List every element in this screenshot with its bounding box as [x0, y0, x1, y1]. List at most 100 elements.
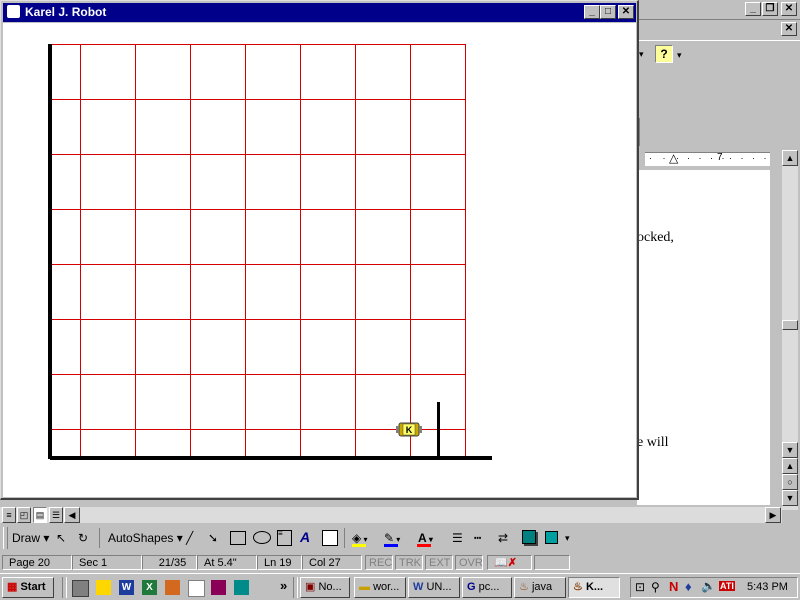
horizontal-scrollbar[interactable]: ≡ ◰ ▤ ☰ ◀ ▶	[0, 507, 782, 523]
select-objects-icon[interactable]: ↖	[56, 531, 66, 545]
clip-art-icon[interactable]	[322, 530, 338, 546]
chevron-down-icon[interactable]: ▾	[677, 50, 682, 61]
print-layout-view-button[interactable]: ▤	[33, 507, 47, 523]
normal-view-button[interactable]: ≡	[2, 507, 16, 523]
indent-marker-icon[interactable]: △	[669, 151, 678, 165]
word-icon[interactable]: W	[119, 580, 134, 595]
web-layout-view-button[interactable]: ◰	[17, 507, 31, 523]
scroll-down-button[interactable]: ▼	[782, 442, 798, 458]
wall-segment	[437, 402, 440, 457]
next-page-button[interactable]: ▼	[782, 490, 798, 506]
outline-view-button[interactable]: ☰	[49, 507, 63, 523]
vertical-scrollbar[interactable]: ▲ ▼ ▲ ○ ▼	[782, 150, 798, 510]
task-button[interactable]: W UN...	[408, 577, 460, 598]
word-close-button[interactable]: ✕	[781, 2, 797, 16]
fill-color-icon[interactable]: ◈ ▾	[352, 531, 367, 545]
chevron-down-icon[interactable]: ▾	[565, 533, 570, 544]
task-button[interactable]: ♨ java	[514, 577, 566, 598]
close-button[interactable]: ✕	[618, 5, 634, 19]
scroll-up-button[interactable]: ▲	[782, 150, 798, 166]
word-restore-button[interactable]: ❐	[762, 2, 778, 16]
task-button[interactable]: ▬ wor...	[354, 577, 406, 598]
word-minimize-button[interactable]: _	[745, 2, 761, 16]
task-button[interactable]: G pc...	[462, 577, 512, 598]
prev-page-button[interactable]: ▲	[782, 458, 798, 474]
wordart-icon[interactable]: A	[300, 529, 310, 545]
font-color-icon[interactable]: A ▾	[418, 531, 433, 545]
java-cup-icon[interactable]	[7, 5, 20, 18]
line-icon[interactable]: ╱	[186, 531, 193, 545]
rectangle-icon[interactable]	[230, 531, 246, 545]
arrow-icon[interactable]: ➘	[208, 531, 218, 545]
line-color-icon[interactable]: ✎ ▾	[384, 531, 400, 545]
3d-icon[interactable]	[545, 531, 558, 544]
oval-icon[interactable]	[253, 531, 271, 544]
start-button[interactable]: ▦ Start	[2, 577, 54, 598]
toolbar-separator	[99, 528, 100, 548]
excel-icon[interactable]: X	[142, 580, 157, 595]
powerpoint-icon[interactable]	[165, 580, 180, 595]
tray-volume-icon[interactable]: 🔈	[701, 579, 716, 593]
doc-close-button[interactable]: ✕	[781, 22, 797, 36]
toolbar-grip	[3, 527, 8, 549]
status-line: Ln 19	[257, 555, 302, 570]
street-grid-lines	[49, 44, 466, 457]
scroll-right-button[interactable]: ▶	[765, 507, 781, 523]
spelling-status-icon[interactable]: 📖✗	[487, 555, 532, 570]
help-icon[interactable]: ?	[655, 45, 673, 63]
java-icon: ♨	[519, 581, 529, 593]
tray-shield-icon[interactable]: ♦	[685, 579, 692, 594]
tray-network-icon[interactable]: ⊡	[635, 580, 645, 594]
dash-style-icon[interactable]: ┅	[474, 531, 481, 545]
free-rotate-icon[interactable]: ↻	[78, 531, 88, 545]
karel-robot-icon: K	[396, 422, 422, 437]
draw-menu-button[interactable]: Draw ▾	[12, 531, 49, 545]
task-button-active[interactable]: ♨ K...	[568, 577, 620, 598]
app-icon: G	[467, 581, 476, 593]
task-label: pc...	[478, 581, 500, 593]
font-color-swatch	[417, 544, 431, 547]
access-icon[interactable]	[211, 580, 226, 595]
autoshapes-menu-button[interactable]: AutoShapes ▾	[108, 531, 183, 545]
taskbar: ▦ Start W X » ▣ No... ▬ wor... W UN... G…	[0, 573, 800, 600]
desktop-icon[interactable]	[72, 580, 89, 597]
maximize-button[interactable]: □	[600, 5, 616, 19]
scroll-left-button[interactable]: ◀	[64, 507, 80, 523]
task-button[interactable]: ▣ No...	[300, 577, 350, 598]
arrow-style-icon[interactable]: ⇄	[498, 531, 508, 545]
start-label: Start	[20, 581, 46, 593]
minimize-button[interactable]: _	[584, 5, 600, 19]
select-browse-object-button[interactable]: ○	[782, 474, 798, 490]
quicklaunch-overflow[interactable]: »	[280, 578, 287, 593]
status-page: Page 20	[2, 555, 72, 570]
status-ovr[interactable]: OVR	[455, 555, 483, 570]
karel-title-bar[interactable]: Karel J. Robot _ □ ✕	[3, 3, 636, 22]
folder-icon: ▬	[359, 581, 370, 593]
text-box-icon[interactable]: ≡	[277, 530, 292, 546]
dropdown-arrow-icon[interactable]: ▾	[639, 46, 649, 62]
west-boundary-wall	[48, 44, 52, 459]
clock[interactable]: 5:43 PM	[747, 581, 788, 593]
status-rec[interactable]: REC	[365, 555, 393, 570]
word-document-area[interactable]: ocked, e will	[637, 170, 770, 505]
scroll-thumb[interactable]	[782, 320, 798, 330]
status-ext[interactable]: EXT	[425, 555, 453, 570]
shadow-icon[interactable]	[522, 530, 536, 544]
line-style-icon[interactable]: ☰	[452, 531, 463, 545]
tray-search-icon[interactable]: ⚲	[651, 580, 660, 594]
toolbar-separator	[344, 528, 345, 548]
karel-world-canvas[interactable]: K	[3, 23, 636, 497]
quicklaunch-icon[interactable]	[96, 580, 111, 595]
doc-text-fragment: ocked,	[637, 230, 674, 245]
windows-logo-icon: ▦	[7, 581, 18, 593]
publisher-icon[interactable]	[234, 580, 249, 595]
notepad-icon[interactable]	[188, 580, 205, 597]
status-trk[interactable]: TRK	[395, 555, 423, 570]
karel-window: Karel J. Robot _ □ ✕ K	[0, 0, 639, 500]
tray-ati-icon[interactable]: ATI	[719, 581, 735, 591]
system-tray: ⊡ ⚲ N ♦ 🔈 ATI 5:43 PM	[630, 577, 798, 598]
tray-norton-icon[interactable]: N	[669, 579, 678, 594]
task-label: UN...	[426, 581, 452, 593]
horizontal-ruler[interactable]: · · · △ · · · · 7 · · · ·	[637, 151, 770, 167]
task-label: K...	[585, 581, 604, 593]
